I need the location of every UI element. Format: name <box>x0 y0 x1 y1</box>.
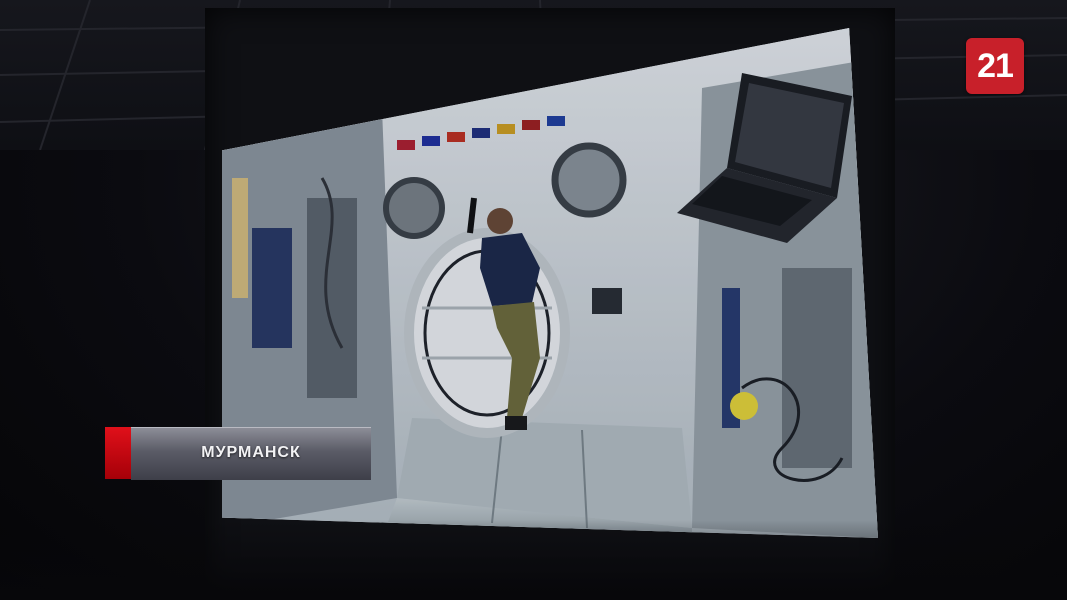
caption-accent-bar <box>105 427 131 479</box>
channel-logo: 21 <box>966 38 1024 94</box>
audience-foreground <box>0 520 1067 600</box>
location-caption-text: МУРМАНСК <box>201 444 301 461</box>
dark-auditorium <box>0 0 1067 600</box>
location-caption: МУРМАНСК <box>105 427 371 480</box>
